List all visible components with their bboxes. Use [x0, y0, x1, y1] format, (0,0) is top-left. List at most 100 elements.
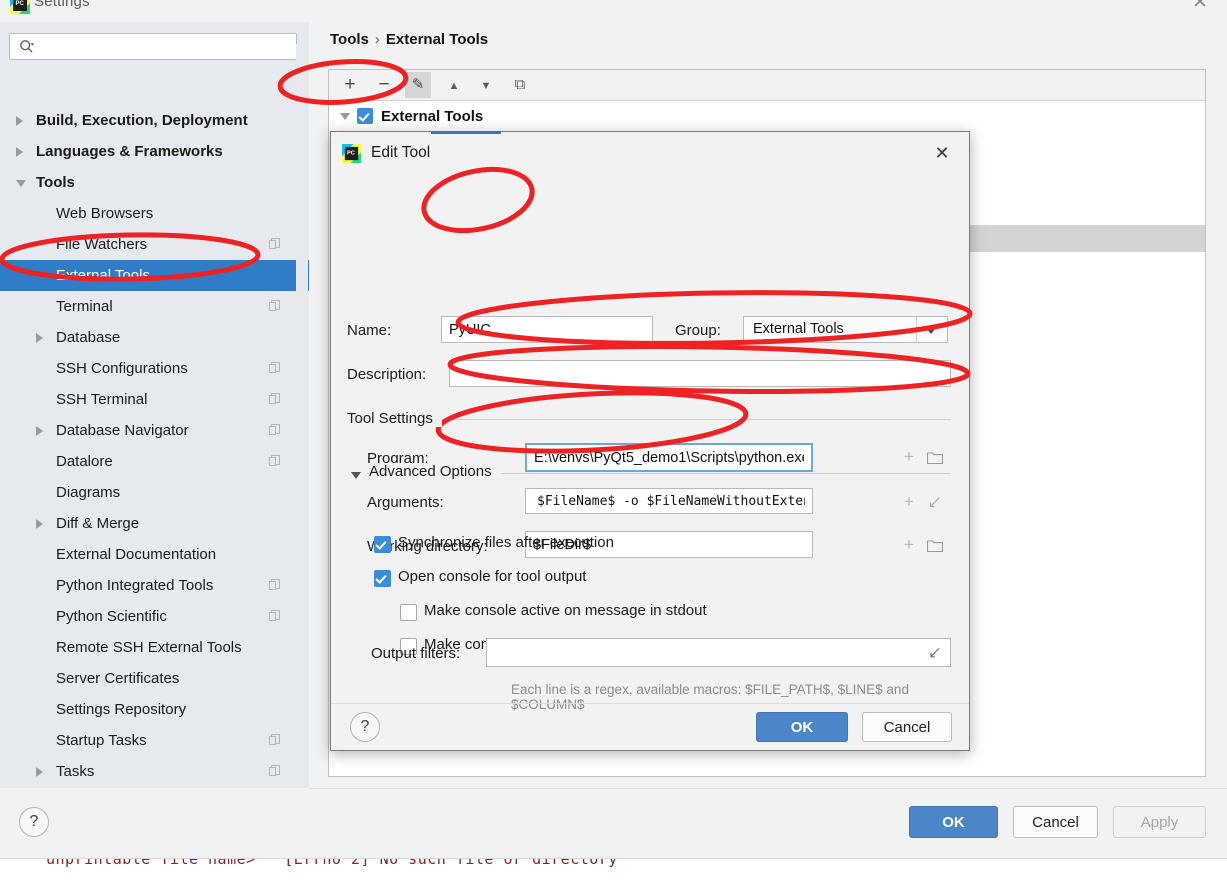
search-box[interactable]: [9, 33, 297, 60]
search-icon: [20, 40, 35, 53]
tree-row[interactable]: External Tools: [329, 101, 1205, 132]
chevron-down-icon[interactable]: [351, 472, 361, 479]
output-filters-label: Output filters:: [371, 645, 461, 662]
arguments-expand-icon[interactable]: [927, 496, 943, 509]
remove-icon: −: [378, 74, 390, 95]
sidebar-item-startup-tasks[interactable]: Startup Tasks: [0, 725, 309, 756]
sidebar-item-label: Tasks: [56, 763, 95, 780]
remove-button[interactable]: −: [371, 72, 397, 98]
breadcrumb-current: External Tools: [385, 31, 489, 48]
arguments-input[interactable]: [525, 488, 813, 514]
dialog-ok-button[interactable]: OK: [756, 712, 848, 742]
sidebar-item-label: Python Integrated Tools: [56, 577, 214, 594]
sidebar-item-label: Database Navigator: [56, 422, 189, 439]
svg-text:PC: PC: [16, 1, 25, 7]
settings-sidebar: Build, Execution, Deployment Languages & …: [0, 22, 604, 817]
sidebar-item-remote-ssh-external-tools[interactable]: Remote SSH External Tools: [0, 632, 309, 663]
sidebar-item-database[interactable]: Database: [0, 322, 309, 353]
chevron-down-icon[interactable]: [340, 113, 350, 120]
chevron-right-icon[interactable]: [16, 116, 23, 126]
sidebar-item-datalore[interactable]: Datalore: [0, 446, 309, 477]
sidebar-item-build-execution-deployment[interactable]: Build, Execution, Deployment: [0, 105, 309, 136]
dialog-help-button[interactable]: ?: [350, 712, 380, 742]
dialog-divider: [331, 703, 969, 704]
sidebar-item-python-scientific[interactable]: Python Scientific: [0, 601, 309, 632]
sidebar-item-tools[interactable]: Tools: [0, 167, 309, 198]
move-up-icon: ▲: [448, 80, 460, 92]
sidebar-item-diff-merge[interactable]: Diff & Merge: [0, 508, 309, 539]
edit-button[interactable]: ✎: [405, 72, 431, 98]
chevron-right-icon[interactable]: [36, 426, 43, 436]
name-input[interactable]: [441, 316, 653, 343]
ok-button[interactable]: OK: [909, 806, 998, 838]
dialog-cancel-button[interactable]: Cancel: [862, 712, 952, 742]
sidebar-footer: ?: [0, 788, 309, 858]
chevron-right-icon[interactable]: [36, 519, 43, 529]
program-plus-icon[interactable]: +: [904, 448, 917, 465]
apply-button[interactable]: Apply: [1113, 806, 1206, 838]
advanced-options-title[interactable]: Advanced Options: [369, 463, 501, 480]
sidebar-item-label: Database: [56, 329, 121, 346]
sidebar-item-server-certificates[interactable]: Server Certificates: [0, 663, 309, 694]
working-directory-browse-icon[interactable]: [927, 539, 943, 552]
sidebar-item-label: Terminal: [56, 298, 113, 315]
sidebar-item-terminal[interactable]: Terminal: [0, 291, 309, 322]
sidebar-item-label: Remote SSH External Tools: [56, 639, 242, 656]
checkbox-make-console-active-on-message-in-stdout[interactable]: [400, 604, 417, 621]
name-label: Name:: [347, 322, 392, 339]
checkbox-label: Open console for tool output: [398, 568, 587, 585]
sidebar-item-python-integrated-tools[interactable]: Python Integrated Tools: [0, 570, 309, 601]
dialog-title: Edit Tool: [371, 144, 431, 161]
sidebar-item-external-documentation[interactable]: External Documentation: [0, 539, 309, 570]
tool-settings-group-title: Tool Settings: [347, 410, 442, 427]
output-filters-input[interactable]: [486, 638, 951, 667]
expand-icon[interactable]: [928, 647, 941, 660]
checkbox-open-console-for-tool-output[interactable]: [374, 570, 391, 587]
chevron-down-icon[interactable]: [16, 180, 26, 187]
chevron-right-icon[interactable]: [16, 147, 23, 157]
sidebar-item-tasks[interactable]: Tasks: [0, 756, 309, 787]
breadcrumb-root[interactable]: Tools: [330, 31, 369, 48]
checkbox-synchronize-files-after-execution[interactable]: [374, 536, 391, 553]
sidebar-item-diagrams[interactable]: Diagrams: [0, 477, 309, 508]
working-directory-plus-icon[interactable]: +: [904, 536, 917, 553]
sidebar-item-web-browsers[interactable]: Web Browsers: [0, 198, 309, 229]
close-icon[interactable]: ✕: [931, 142, 953, 164]
close-icon[interactable]: ✕: [1189, 0, 1211, 14]
edit-tool-dialog: PC Edit Tool ✕ Name: Group: External Too…: [330, 131, 970, 751]
sidebar-item-external-tools[interactable]: External Tools: [0, 260, 309, 291]
copy-button[interactable]: ⧉: [507, 72, 533, 98]
copy-settings-icon: [269, 393, 280, 404]
search-input[interactable]: [40, 38, 290, 57]
sidebar-item-ssh-configurations[interactable]: SSH Configurations: [0, 353, 309, 384]
program-browse-icon[interactable]: [927, 451, 943, 464]
window-title: Settings: [34, 0, 90, 10]
tree-root-label: External Tools: [381, 108, 484, 125]
group-select[interactable]: External Tools: [743, 316, 948, 343]
arguments-plus-icon[interactable]: +: [904, 493, 917, 510]
sidebar-scrollbar-track[interactable]: [296, 44, 604, 817]
chevron-right-icon[interactable]: [36, 767, 43, 777]
description-input[interactable]: [449, 360, 951, 387]
move-up-button[interactable]: ▲: [441, 72, 467, 98]
sidebar-item-label: External Documentation: [56, 546, 217, 563]
sidebar-item-settings-repository[interactable]: Settings Repository: [0, 694, 309, 725]
chevron-down-icon[interactable]: [916, 317, 947, 342]
sidebar-item-label: Python Scientific: [56, 608, 167, 625]
checkbox-external-tools[interactable]: [357, 108, 373, 124]
add-button[interactable]: +: [337, 72, 363, 98]
sidebar-item-file-watchers[interactable]: File Watchers: [0, 229, 309, 260]
sidebar-item-languages-frameworks[interactable]: Languages & Frameworks: [0, 136, 309, 167]
program-input[interactable]: [525, 443, 813, 472]
copy-settings-icon: [269, 238, 280, 249]
move-down-icon: ▼: [480, 80, 492, 92]
sidebar-item-database-navigator[interactable]: Database Navigator: [0, 415, 309, 446]
copy-settings-icon: [269, 424, 280, 435]
sidebar-item-label: Build, Execution, Deployment: [36, 112, 248, 129]
help-button[interactable]: ?: [19, 807, 49, 837]
sidebar-item-ssh-terminal[interactable]: SSH Terminal: [0, 384, 309, 415]
chevron-right-icon[interactable]: [36, 333, 43, 343]
sidebar-item-label: File Watchers: [56, 236, 148, 253]
move-down-button[interactable]: ▼: [473, 72, 499, 98]
cancel-button[interactable]: Cancel: [1013, 806, 1098, 838]
